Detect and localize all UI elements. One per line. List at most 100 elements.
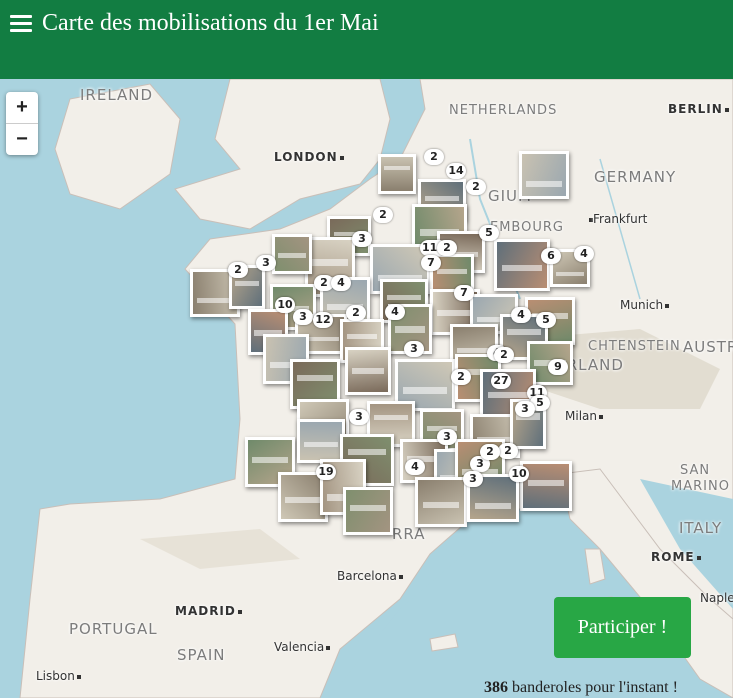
city-dot-icon (724, 107, 729, 112)
cluster-count-badge[interactable]: 27 (491, 373, 511, 389)
banner-shape (457, 347, 491, 353)
city-dot-icon (237, 609, 242, 614)
cluster-count-badge[interactable]: 3 (352, 231, 372, 247)
photo-marker-thumbnail[interactable] (345, 347, 391, 395)
photo-marker-thumbnail[interactable] (494, 239, 550, 291)
label-ireland: IRELAND (80, 86, 154, 104)
label-munich-text: Munich (620, 298, 664, 312)
photo-marker-thumbnail[interactable] (415, 477, 467, 527)
city-dot-icon (339, 155, 344, 160)
cluster-count-badge[interactable]: 10 (275, 297, 295, 313)
label-frankfurt: Frankfurt (587, 212, 647, 226)
label-valencia: Valencia (274, 640, 331, 654)
cluster-count-badge[interactable]: 10 (509, 466, 529, 482)
city-dot-icon (398, 574, 403, 579)
label-berlin-text: BERLIN (668, 102, 723, 116)
participate-button[interactable]: Participer ! (554, 597, 691, 658)
banner-shape (304, 441, 338, 448)
cluster-count-badge[interactable]: 6 (541, 248, 561, 264)
page-title: Carte des mobilisations du 1er Mai (42, 10, 379, 36)
city-dot-icon (696, 555, 701, 560)
banner-shape (252, 457, 288, 464)
banner-counter: 386 banderoles pour l'instant ! (484, 679, 678, 697)
cluster-count-badge[interactable]: 2 (494, 347, 514, 363)
label-rome: ROME (651, 550, 701, 564)
label-milan: Milan (565, 409, 603, 423)
cluster-count-badge[interactable]: 3 (515, 401, 535, 417)
banner-shape (384, 165, 410, 171)
label-spain: SPAIN (177, 646, 226, 664)
city-dot-icon (76, 674, 81, 679)
cluster-count-badge[interactable]: 9 (548, 359, 568, 375)
photo-marker-thumbnail[interactable] (520, 461, 572, 511)
cluster-count-badge[interactable]: 2 (437, 240, 457, 256)
cluster-count-badge[interactable]: 14 (446, 163, 466, 179)
cluster-count-badge[interactable]: 2 (373, 207, 393, 223)
cluster-count-badge[interactable]: 3 (404, 341, 424, 357)
label-netherlands: NETHERLANDS (449, 103, 558, 118)
cluster-count-badge[interactable]: 4 (331, 275, 351, 291)
cluster-count-badge[interactable]: 5 (536, 312, 556, 328)
banner-shape (422, 501, 460, 508)
label-marino: MARINO (671, 479, 730, 494)
cluster-count-badge[interactable]: 2 (498, 443, 518, 459)
photo-marker-thumbnail[interactable] (272, 234, 312, 274)
cluster-count-badge[interactable]: 4 (574, 246, 594, 262)
zoom-in-button[interactable]: + (6, 92, 38, 124)
banner-shape (374, 414, 408, 421)
banner-shape (556, 271, 584, 277)
cluster-count-badge[interactable]: 7 (421, 255, 441, 271)
banner-shape (285, 497, 321, 504)
label-portugal: PORTUGAL (69, 620, 158, 638)
zoom-out-button[interactable]: − (6, 124, 38, 155)
banner-shape (502, 264, 542, 271)
banner-shape (350, 505, 386, 511)
cluster-count-badge[interactable]: 3 (349, 409, 369, 425)
label-milan-text: Milan (565, 409, 597, 423)
banner-count-suffix: banderoles pour l'instant ! (508, 679, 678, 696)
app-header: Carte des mobilisations du 1er Mai (0, 0, 733, 79)
photo-marker-thumbnail[interactable] (343, 487, 393, 535)
banner-shape (488, 391, 528, 399)
cluster-count-badge[interactable]: 3 (256, 255, 276, 271)
photo-marker-thumbnail[interactable] (297, 419, 345, 463)
banner-shape (436, 269, 468, 274)
photo-marker-thumbnail[interactable] (378, 154, 416, 194)
cluster-count-badge[interactable]: 2 (424, 149, 444, 165)
label-austria: AUSTR (683, 338, 733, 356)
label-frankfurt-text: Frankfurt (593, 212, 648, 226)
cluster-count-badge[interactable]: 2 (346, 305, 366, 321)
cluster-count-badge[interactable]: 3 (437, 429, 457, 445)
cluster-count-badge[interactable]: 2 (451, 369, 471, 385)
city-dot-icon (598, 414, 603, 419)
cluster-count-badge[interactable]: 4 (511, 307, 531, 323)
cluster-count-badge[interactable]: 4 (405, 459, 425, 475)
banner-shape (527, 480, 565, 487)
banner-shape (394, 326, 426, 333)
label-madrid: MADRID (175, 604, 242, 618)
cluster-count-badge[interactable]: 3 (463, 471, 483, 487)
cluster-count-badge[interactable]: 4 (385, 304, 405, 320)
cluster-count-badge[interactable]: 2 (466, 179, 486, 195)
banner-shape (235, 280, 259, 287)
label-andorra: RRA (392, 525, 426, 543)
cluster-count-badge[interactable]: 5 (479, 225, 499, 241)
label-rome-text: ROME (651, 550, 695, 564)
zoom-control: + − (6, 92, 38, 155)
cluster-count-badge[interactable]: 7 (454, 285, 474, 301)
photo-marker-thumbnail[interactable] (519, 151, 569, 199)
cluster-count-badge[interactable]: 19 (316, 464, 336, 480)
banner-shape (312, 258, 348, 267)
hamburger-menu-icon[interactable] (10, 15, 32, 33)
banner-shape (387, 294, 421, 300)
cluster-count-badge[interactable]: 2 (480, 444, 500, 460)
banner-shape (437, 310, 473, 316)
label-lisbon: Lisbon (36, 669, 81, 683)
label-madrid-text: MADRID (175, 604, 236, 618)
cluster-count-badge[interactable]: 2 (228, 262, 248, 278)
banner-shape (474, 503, 512, 509)
label-san: SAN (680, 463, 711, 478)
banner-shape (278, 253, 306, 259)
cluster-count-badge[interactable]: 12 (313, 312, 333, 328)
cluster-count-badge[interactable]: 3 (293, 309, 313, 325)
